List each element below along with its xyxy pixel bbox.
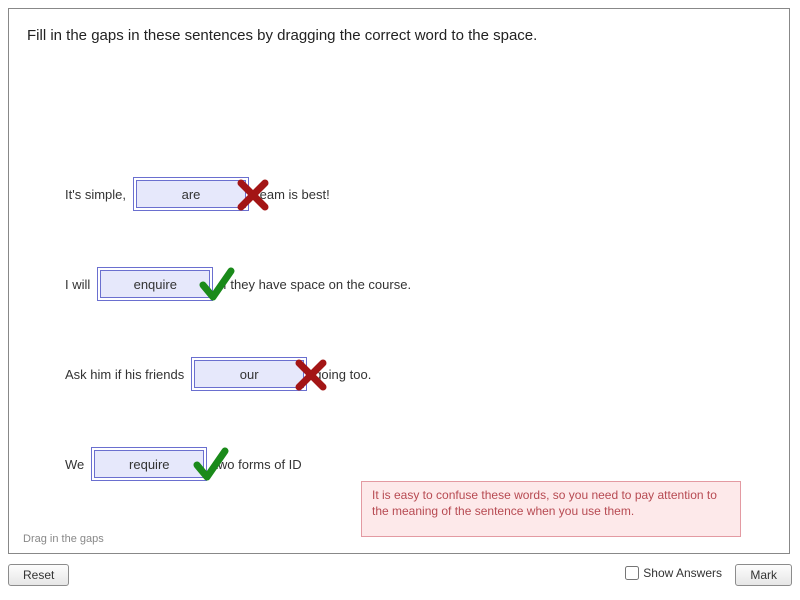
sentence-row: Ask him if his friends our going too. (65, 329, 745, 419)
sentence-before: I will (65, 277, 90, 292)
slot-word: our (240, 367, 259, 382)
sentence-before: We (65, 457, 84, 472)
sentence-after: two forms of ID (214, 457, 301, 472)
drop-slot[interactable]: are (136, 180, 246, 208)
sentence-row: It's simple, are team is best! (65, 149, 745, 239)
sentence-after: team is best! (256, 187, 330, 202)
toolbar: Reset Show Answers Mark (0, 560, 800, 600)
sentence-after: if they have space on the course. (220, 277, 411, 292)
show-answers-label: Show Answers (643, 566, 722, 580)
sentence-rows: It's simple, are team is best! I will en… (65, 149, 745, 509)
slot-word: require (129, 457, 169, 472)
sentence-before: Ask him if his friends (65, 367, 184, 382)
sentence-after: going too. (314, 367, 371, 382)
slot-word: are (182, 187, 201, 202)
hint-text: Drag in the gaps (23, 533, 104, 545)
slot-word: enquire (134, 277, 177, 292)
show-answers-checkbox[interactable]: Show Answers (625, 566, 722, 580)
reset-button[interactable]: Reset (8, 564, 69, 586)
exercise-panel: Fill in the gaps in these sentences by d… (8, 8, 790, 554)
sentence-before: It's simple, (65, 187, 126, 202)
mark-button[interactable]: Mark (735, 564, 792, 586)
drop-slot[interactable]: require (94, 450, 204, 478)
sentence-row: I will enquire if they have space on the… (65, 239, 745, 329)
feedback-box: It is easy to confuse these words, so yo… (361, 481, 741, 537)
drop-slot[interactable]: enquire (100, 270, 210, 298)
show-answers-input[interactable] (625, 566, 639, 580)
instructions-text: Fill in the gaps in these sentences by d… (27, 27, 771, 44)
drop-slot[interactable]: our (194, 360, 304, 388)
